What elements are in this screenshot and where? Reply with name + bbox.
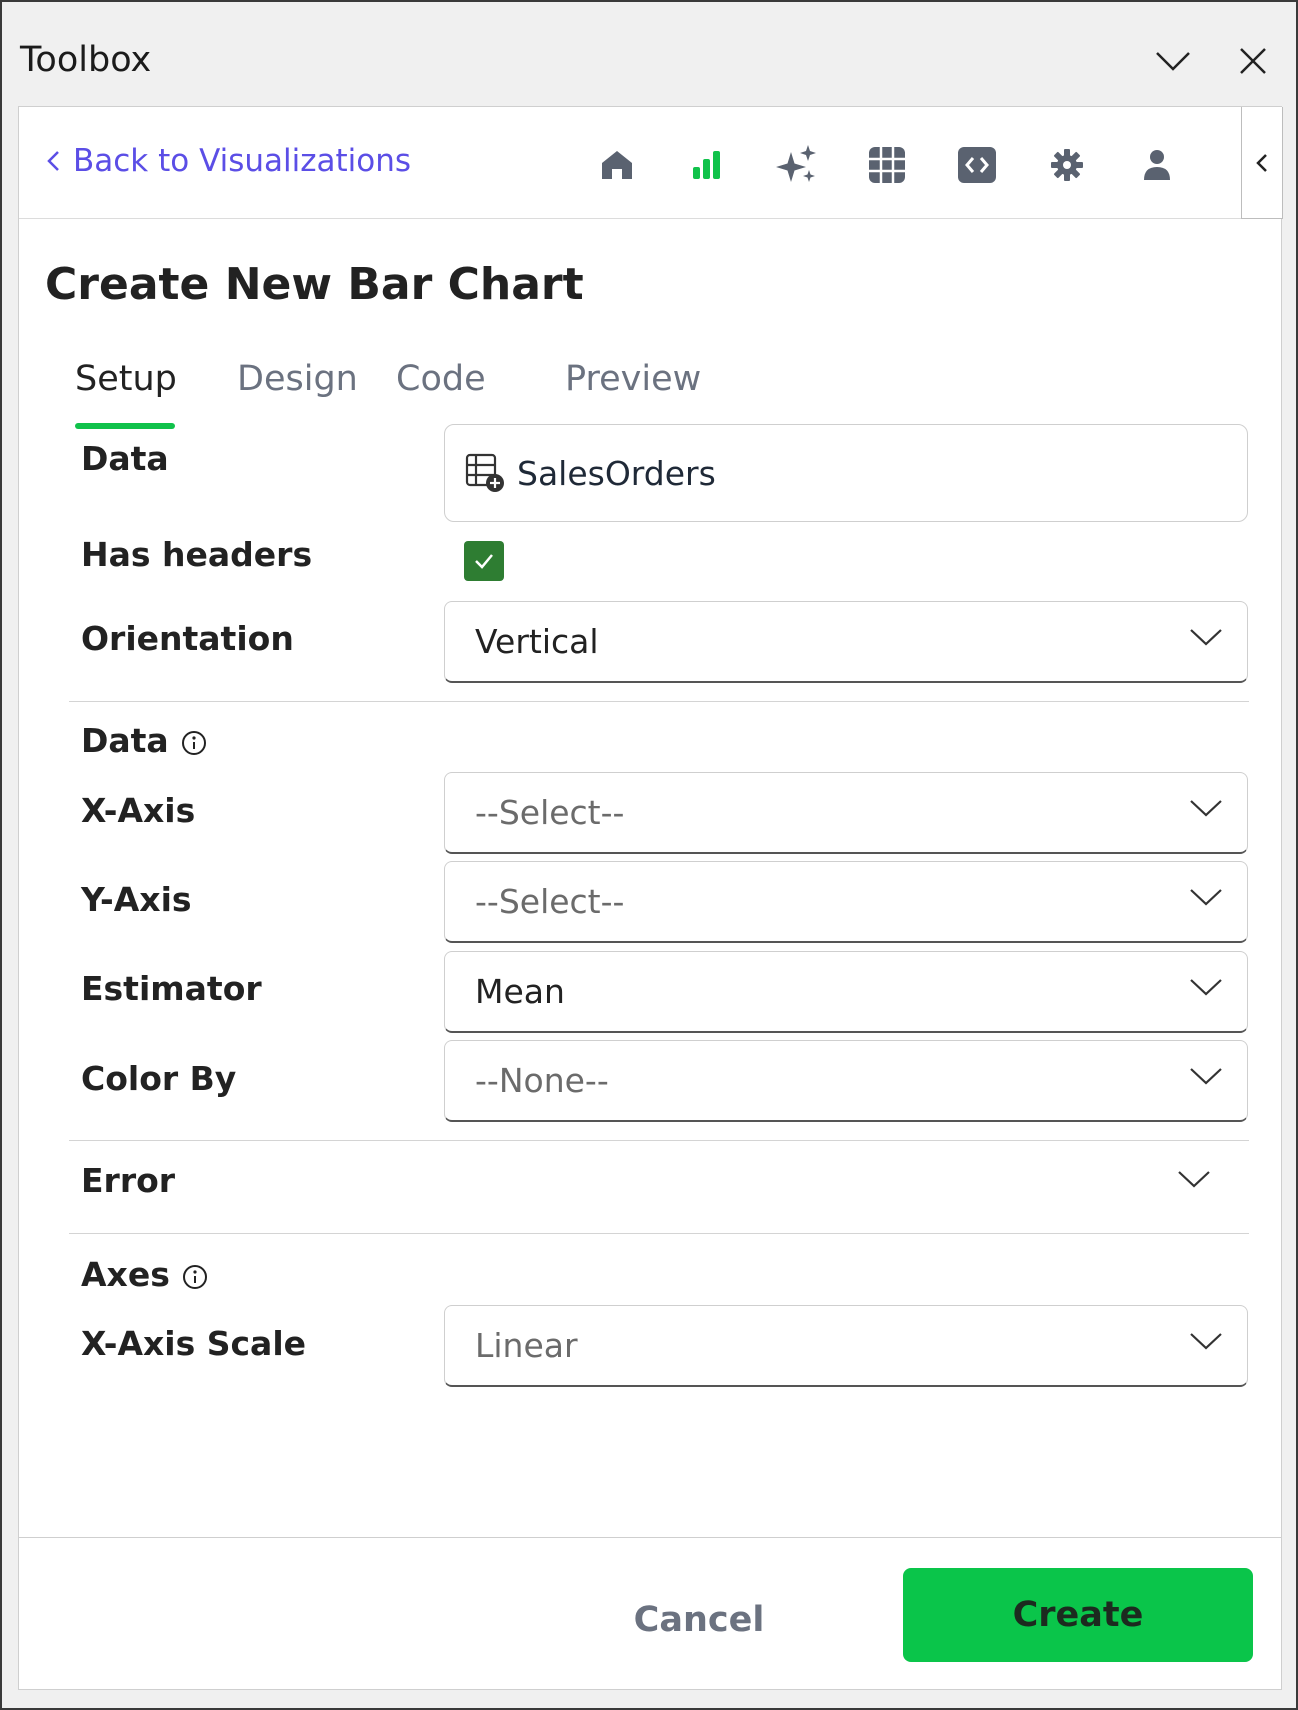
- home-icon: [602, 151, 632, 179]
- chevron-down-icon: [1190, 1068, 1222, 1085]
- color-by-value: --None--: [475, 1061, 609, 1100]
- estimator-select[interactable]: Mean: [444, 951, 1248, 1033]
- x-axis-scale-value: Linear: [475, 1326, 578, 1365]
- chevron-down-icon: [1156, 52, 1190, 71]
- section-divider: [69, 1233, 1249, 1234]
- tab-code[interactable]: Code: [396, 359, 486, 399]
- chevron-down-icon: [1190, 889, 1222, 906]
- dialog-footer: Cancel Create: [19, 1537, 1281, 1689]
- orientation-select[interactable]: Vertical: [444, 601, 1248, 683]
- sparkles-icon: [776, 145, 816, 182]
- title-bar: Toolbox: [2, 2, 1296, 106]
- create-button[interactable]: Create: [903, 1568, 1253, 1662]
- error-section-label: Error: [81, 1161, 176, 1200]
- toolbox-pane: Back to Visualizations Create New Bar Ch…: [18, 106, 1283, 1690]
- nav-ai-button[interactable]: [769, 137, 825, 193]
- chevron-left-icon: [47, 151, 59, 171]
- nav-code-button[interactable]: [949, 137, 1005, 193]
- tab-setup[interactable]: Setup: [75, 359, 177, 399]
- x-axis-select[interactable]: --Select--: [444, 772, 1248, 854]
- user-icon: [1144, 150, 1170, 180]
- nav-charts-button[interactable]: [679, 137, 735, 193]
- axes-section-header: Axes: [81, 1255, 208, 1294]
- window-title: Toolbox: [20, 40, 152, 80]
- info-icon[interactable]: [182, 1264, 208, 1290]
- tab-design[interactable]: Design: [237, 359, 358, 399]
- x-axis-label: X-Axis: [81, 791, 196, 830]
- close-button[interactable]: [1230, 38, 1276, 84]
- gear-icon: [1051, 149, 1083, 181]
- chevron-down-icon: [1190, 979, 1222, 996]
- color-by-select[interactable]: --None--: [444, 1040, 1248, 1122]
- active-tab-indicator: [75, 423, 175, 429]
- code-icon: [958, 147, 996, 183]
- bar-chart-icon: [693, 151, 720, 179]
- data-section-label: Data: [81, 721, 169, 760]
- chevron-down-icon: [1178, 1171, 1210, 1188]
- data-label: Data: [81, 439, 169, 478]
- error-section-toggle[interactable]: [1169, 1154, 1219, 1204]
- data-source-field[interactable]: SalesOrders: [444, 424, 1248, 522]
- toolbox-window: Toolbox Back to Visualizations Create Ne…: [0, 0, 1298, 1710]
- collapse-button[interactable]: [1150, 38, 1196, 84]
- checkmark-icon: [475, 554, 493, 569]
- cancel-button[interactable]: Cancel: [599, 1590, 799, 1650]
- estimator-value: Mean: [475, 972, 565, 1011]
- chevron-down-icon: [1190, 629, 1222, 646]
- tab-preview[interactable]: Preview: [565, 359, 701, 399]
- sidebar-toggle-button[interactable]: [1241, 107, 1283, 219]
- has-headers-label: Has headers: [81, 535, 313, 574]
- section-divider: [69, 1140, 1249, 1141]
- back-link-label: Back to Visualizations: [73, 143, 412, 179]
- color-by-label: Color By: [81, 1059, 237, 1098]
- grid-icon: [869, 147, 905, 183]
- x-axis-scale-label: X-Axis Scale: [81, 1324, 307, 1363]
- orientation-label: Orientation: [81, 619, 294, 658]
- nav-account-button[interactable]: [1129, 137, 1185, 193]
- y-axis-value: --Select--: [475, 882, 625, 921]
- back-to-visualizations-link[interactable]: Back to Visualizations: [45, 143, 411, 179]
- x-axis-scale-select[interactable]: Linear: [444, 1305, 1248, 1387]
- y-axis-label: Y-Axis: [81, 880, 192, 919]
- table-add-icon: [465, 453, 504, 492]
- top-nav: Back to Visualizations: [19, 107, 1283, 219]
- nav-settings-button[interactable]: [1039, 137, 1095, 193]
- close-icon: [1240, 48, 1266, 74]
- data-source-value: SalesOrders: [517, 453, 716, 493]
- section-divider: [69, 701, 1249, 702]
- has-headers-checkbox[interactable]: [464, 541, 504, 581]
- nav-table-button[interactable]: [859, 137, 915, 193]
- chevron-down-icon: [1190, 1333, 1222, 1350]
- chevron-down-icon: [1190, 800, 1222, 817]
- info-icon[interactable]: [181, 730, 207, 756]
- y-axis-select[interactable]: --Select--: [444, 861, 1248, 943]
- orientation-value: Vertical: [475, 622, 599, 661]
- page-title: Create New Bar Chart: [45, 259, 584, 310]
- chevron-left-icon: [1256, 153, 1267, 172]
- x-axis-value: --Select--: [475, 793, 625, 832]
- data-section-header: Data: [81, 721, 207, 760]
- axes-section-label: Axes: [81, 1255, 170, 1294]
- nav-home-button[interactable]: [589, 137, 645, 193]
- estimator-label: Estimator: [81, 969, 262, 1008]
